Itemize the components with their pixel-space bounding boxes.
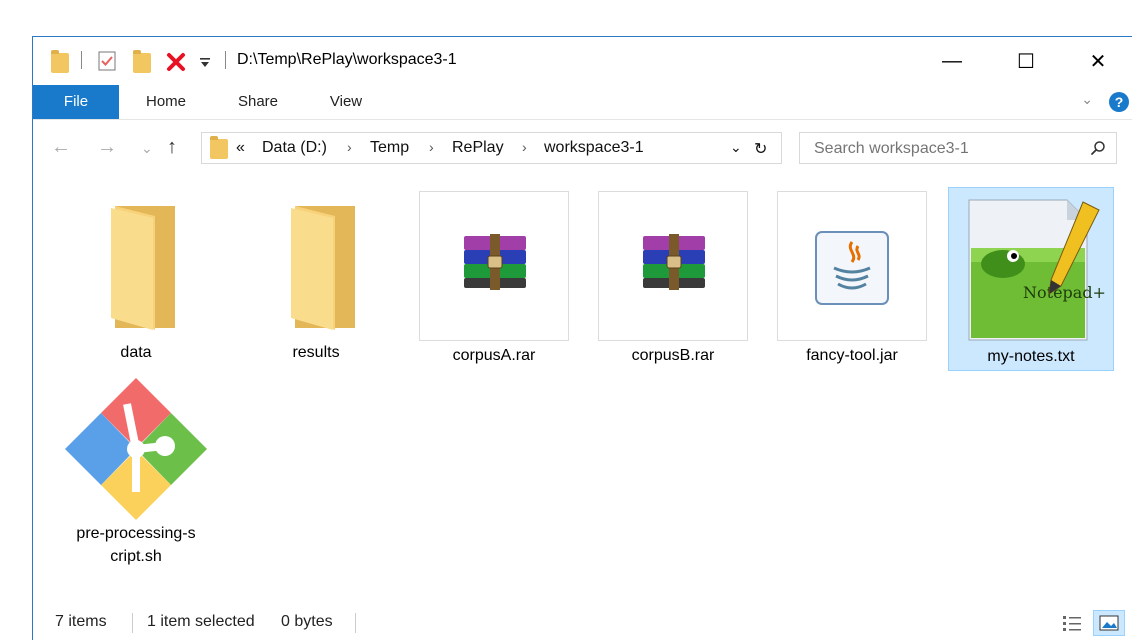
search-icon[interactable] — [1090, 140, 1106, 156]
address-dropdown-icon[interactable]: ⌄ — [730, 139, 742, 156]
back-button[interactable]: ← — [51, 136, 71, 159]
file-list: data results corpusA.rar corpusB.rar fan… — [33, 178, 1132, 606]
chevron-right-icon[interactable]: › — [429, 139, 434, 155]
item-label-line2: cript.sh — [110, 548, 162, 565]
item-label: corpusB.rar — [631, 347, 715, 364]
thumbnail-frame — [598, 191, 748, 341]
toolbar-separator — [81, 51, 82, 69]
item-label: fancy-tool.jar — [806, 347, 898, 364]
list-item[interactable]: results — [241, 188, 391, 368]
expand-ribbon-icon[interactable]: ⌄ — [1081, 91, 1093, 108]
notepad-plus-plus-icon: Notepad++ — [968, 199, 1105, 341]
item-label-line1: pre-processing-s — [76, 525, 196, 542]
delete-icon[interactable] — [165, 51, 187, 73]
thumbnail-frame — [777, 191, 927, 341]
help-icon[interactable]: ? — [1109, 92, 1129, 112]
item-label: results — [292, 344, 340, 361]
tab-view[interactable]: View — [313, 85, 379, 119]
list-item[interactable]: pre-processing-s cript.sh — [61, 374, 211, 565]
status-separator — [132, 613, 133, 633]
item-label: my-notes.txt — [987, 348, 1075, 365]
status-selection: 1 item selected — [147, 613, 255, 630]
chevron-right-icon[interactable]: › — [347, 139, 352, 155]
customize-icon[interactable] — [199, 57, 211, 69]
refresh-icon[interactable]: ↻ — [754, 139, 767, 159]
title-bar: D:\Temp\RePlay\workspace3-1 — ☐ ✕ — [33, 37, 1132, 85]
breadcrumb-workspace[interactable]: workspace3-1 — [544, 139, 644, 157]
breadcrumb-data-drive[interactable]: Data (D:) — [262, 139, 327, 157]
tab-share[interactable]: Share — [223, 85, 293, 119]
status-bar: 7 items 1 item selected 0 bytes — [33, 607, 1132, 640]
new-folder-icon[interactable] — [133, 50, 151, 73]
rar-archive-icon — [643, 234, 705, 290]
large-icons-view-icon[interactable] — [1093, 610, 1125, 636]
status-item-count: 7 items — [55, 613, 107, 630]
address-bar[interactable]: « Data (D:) › Temp › RePlay › workspace3… — [201, 132, 782, 164]
minimize-button[interactable]: — — [929, 37, 975, 85]
java-icon — [815, 231, 889, 305]
properties-icon[interactable] — [97, 51, 117, 71]
folder-icon — [111, 206, 175, 330]
navigation-bar: ← → ⌄ ↑ « Data (D:) › Temp › RePlay › wo… — [33, 120, 1132, 178]
forward-button[interactable]: → — [97, 136, 117, 159]
close-button[interactable]: ✕ — [1075, 37, 1121, 85]
list-item[interactable]: Notepad++ my-notes.txt — [948, 187, 1114, 371]
chevron-right-icon[interactable]: › — [522, 139, 527, 155]
item-label: corpusA.rar — [452, 347, 536, 364]
folder-icon[interactable] — [51, 50, 69, 73]
breadcrumb-overflow[interactable]: « — [236, 139, 245, 157]
status-size: 0 bytes — [281, 613, 333, 630]
search-input[interactable] — [812, 138, 1076, 160]
status-separator — [355, 613, 356, 633]
list-item[interactable]: corpusA.rar — [419, 191, 569, 371]
breadcrumb-replay[interactable]: RePlay — [452, 139, 504, 157]
maximize-button[interactable]: ☐ — [1003, 37, 1049, 85]
toolbar-separator — [225, 51, 226, 69]
git-script-icon — [65, 378, 207, 520]
thumbnail-frame — [419, 191, 569, 341]
ribbon-tabs: File Home Share View ⌄ ? — [33, 85, 1132, 120]
up-button[interactable]: ↑ — [167, 136, 177, 159]
folder-icon — [291, 206, 355, 330]
window-title: D:\Temp\RePlay\workspace3-1 — [237, 51, 457, 68]
recent-locations-button[interactable]: ⌄ — [141, 140, 153, 157]
list-item[interactable]: fancy-tool.jar — [777, 191, 927, 371]
file-explorer-window: D:\Temp\RePlay\workspace3-1 — ☐ ✕ File H… — [32, 36, 1132, 640]
folder-icon — [210, 136, 228, 159]
details-view-icon[interactable] — [1061, 613, 1083, 633]
tab-home[interactable]: Home — [131, 85, 201, 119]
item-label: data — [120, 344, 152, 361]
tab-file[interactable]: File — [33, 85, 119, 119]
search-box[interactable] — [799, 132, 1117, 164]
svg-text:Notepad++: Notepad++ — [1023, 283, 1105, 302]
list-item[interactable]: data — [61, 188, 211, 368]
rar-archive-icon — [464, 234, 526, 290]
breadcrumb-temp[interactable]: Temp — [370, 139, 409, 157]
list-item[interactable]: corpusB.rar — [598, 191, 748, 371]
